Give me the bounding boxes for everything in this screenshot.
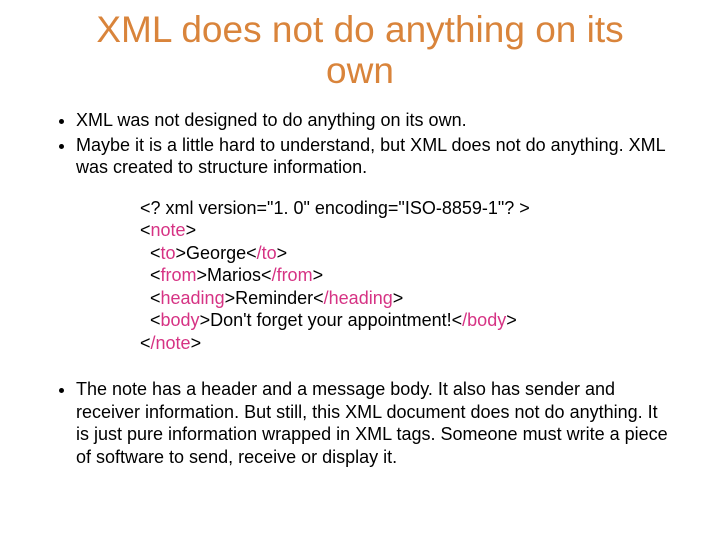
code-line: <? xml version="1. 0" encoding="ISO-8859… [140,197,670,220]
xml-tag: /note [151,333,191,353]
xml-text: Reminder [235,288,313,308]
code-line: <heading>Reminder</heading> [140,287,670,310]
xml-text: George [186,243,246,263]
xml-tag: heading [161,288,225,308]
xml-tag: /heading [324,288,393,308]
xml-tag: body [161,310,200,330]
bullet-item: The note has a header and a message body… [76,378,670,468]
slide: XML does not do anything on its own XML … [0,0,720,540]
bullet-item: Maybe it is a little hard to understand,… [76,134,670,179]
xml-tag: to [161,243,176,263]
bullet-item: XML was not designed to do anything on i… [76,109,670,132]
xml-text: Don't forget your appointment! [210,310,452,330]
slide-title: XML does not do anything on its own [50,10,670,91]
xml-tag: from [161,265,197,285]
xml-code-block: <? xml version="1. 0" encoding="ISO-8859… [140,197,670,355]
xml-tag: /from [272,265,313,285]
xml-tag: note [151,220,186,240]
code-line: <from>Marios</from> [140,264,670,287]
bullet-list-top: XML was not designed to do anything on i… [50,109,670,179]
xml-text: Marios [207,265,261,285]
code-line: <to>George</to> [140,242,670,265]
code-line: </note> [140,332,670,355]
code-line: <note> [140,219,670,242]
xml-tag: /body [462,310,506,330]
bullet-list-bottom: The note has a header and a message body… [50,378,670,468]
code-line: <body>Don't forget your appointment!</bo… [140,309,670,332]
xml-tag: /to [257,243,277,263]
